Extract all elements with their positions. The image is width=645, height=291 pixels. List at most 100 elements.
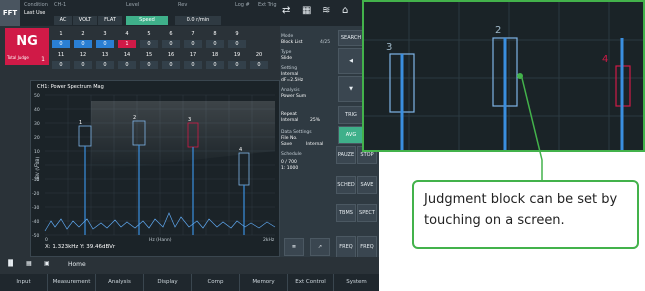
judge-index: 6 [169,31,173,37]
trig-button[interactable]: TRIG [338,106,364,124]
judge-index: 14 [123,52,131,58]
list-icon[interactable]: ≣ [284,238,304,256]
home-label[interactable]: Home [68,261,86,268]
block-count: 4/25 [320,40,331,45]
judgment-block-1[interactable] [78,125,92,147]
type-value[interactable]: Slide [281,56,335,62]
ac-coupling[interactable]: AC [54,16,72,25]
judge-result-cell[interactable]: 0 [52,40,70,48]
tab-measurement[interactable]: Measurement [48,274,96,291]
x-start-tick: 0 [45,237,48,243]
volt-unit[interactable]: VOLT [73,16,97,25]
judge-index: 16 [167,52,175,58]
judge-index: 7 [191,31,195,37]
judge-result-cell[interactable]: 0 [96,40,114,48]
y-tick: 50 [34,93,40,99]
image-icon[interactable]: ▣ [44,260,50,267]
y-tick: -30 [32,205,39,211]
flat-filter[interactable]: FLAT [98,16,122,25]
grid-icon[interactable]: ▦ [26,260,32,267]
tab-input[interactable]: Input [0,274,48,291]
judge-index: 9 [235,31,239,37]
spectrum-plot-area[interactable]: 1 2 3 4 50 40 30 20 10 0 -10 -20 -30 -40… [31,81,281,258]
storage-icon[interactable]: ≋ [322,5,330,16]
rev-label: Rev [178,2,188,8]
tbms-button[interactable]: TBMS [336,204,356,222]
judge-result-cell[interactable]: 0 [162,61,180,69]
y-tick: 30 [34,121,40,127]
home-bar: ▐▌ ▦ ▣ Home [0,257,379,274]
tab-analysis[interactable]: Analysis [96,274,144,291]
zoom-highlight [91,101,275,171]
block-label: 2 [133,115,136,121]
device-screen: FFT Condition Last Use CH-1 AC VOLT FLAT… [0,0,379,291]
judge-index: 15 [145,52,153,58]
bar-chart-icon[interactable]: ▐▌ [6,260,15,267]
save-button[interactable]: SAVE [357,176,377,194]
judge-index: 3 [103,31,107,37]
signal-icon[interactable]: ⇄ [282,5,290,16]
top-bar: FFT Condition Last Use CH-1 AC VOLT FLAT… [0,0,379,26]
freq-right-button[interactable]: FREQ [357,236,377,258]
rev-value: 0.0 r/min [175,16,221,25]
judge-result-cell[interactable]: 1 [118,40,136,48]
expand-arrow-icon[interactable]: ↗ [310,238,330,256]
tab-comp[interactable]: Comp [192,274,240,291]
last-use-label: Last Use [24,10,46,16]
block-label: 4 [239,147,242,153]
judge-index: 11 [57,52,65,58]
sched-button[interactable]: SCHED [336,176,356,194]
judge-result-cell[interactable]: 0 [118,61,136,69]
freq-left-button[interactable]: FREQ [336,236,356,258]
save-internal: Internal [306,142,324,147]
judge-result-cell[interactable]: 0 [74,61,92,69]
judge-result-cell[interactable]: 0 [206,61,224,69]
y-tick: -50 [32,233,39,239]
pause-button[interactable]: PAUZE [336,146,356,164]
total-judge-label: Total Judge [7,55,29,60]
tab-system[interactable]: System [334,274,379,291]
level-label: Level [126,2,140,8]
judge-result-cell[interactable]: 0 [206,40,224,48]
bottom-tabs: Input Measurement Analysis Display Comp … [0,274,379,291]
judge-index: 2 [81,31,85,37]
step-value: dF=2.5Hz [281,78,304,83]
tab-ext-control[interactable]: Ext Control [288,274,334,291]
tab-display[interactable]: Display [144,274,192,291]
tab-memory[interactable]: Memory [240,274,288,291]
judge-result-cell[interactable]: 0 [140,40,158,48]
search-button[interactable]: SEARCH [338,30,364,46]
y-axis-label: dBV (V dB) [35,156,41,181]
spect-button[interactable]: SPECT [357,204,377,222]
judge-index: 5 [147,31,151,37]
zoom-inset: 3 2 4 [362,0,645,152]
arrow-left-button[interactable]: ◀ [338,48,364,74]
cursor-readout: X: 1.323kHz Y: 39.46dBVr [45,244,116,250]
lock-icon[interactable]: ⌂ [342,5,348,16]
total-judge-value: 1 [41,56,45,63]
judge-result-cell[interactable]: 0 [184,40,202,48]
judge-index: 8 [213,31,217,37]
judge-result-cell[interactable]: 0 [250,61,268,69]
judge-result-cell[interactable]: 0 [52,61,70,69]
judgment-block-4[interactable] [238,152,250,186]
judge-result-cell[interactable]: 0 [184,61,202,69]
judge-result-cell[interactable]: 0 [228,40,246,48]
arrow-down-button[interactable]: ▼ [338,76,364,102]
avg-button[interactable]: AVG [338,126,364,144]
judge-result-cell[interactable]: 0 [74,40,92,48]
judge-result-cell[interactable]: 0 [140,61,158,69]
judge-result-cell[interactable]: 0 [228,61,246,69]
callout-box: Judgment block can be set by touching on… [412,180,639,249]
judge-result-cell[interactable]: 0 [162,40,180,48]
zoom-plot: 3 2 4 [364,2,643,150]
spectrum-graph[interactable]: CH1: Power Spectrum Mag 1 2 3 4 50 40 30… [30,80,280,257]
y-tick: 10 [34,149,40,155]
judge-result-cell[interactable]: 0 [96,61,114,69]
fft-mode-button[interactable]: FFT [0,0,20,26]
power-sum[interactable]: Power Sum [281,94,335,100]
total-judge: Total Judge 1 [5,54,49,65]
printer-icon[interactable]: ▦ [302,5,311,16]
speed-indicator[interactable]: Speed [126,16,168,25]
x-axis-label: Hz (Hann) [149,237,172,243]
